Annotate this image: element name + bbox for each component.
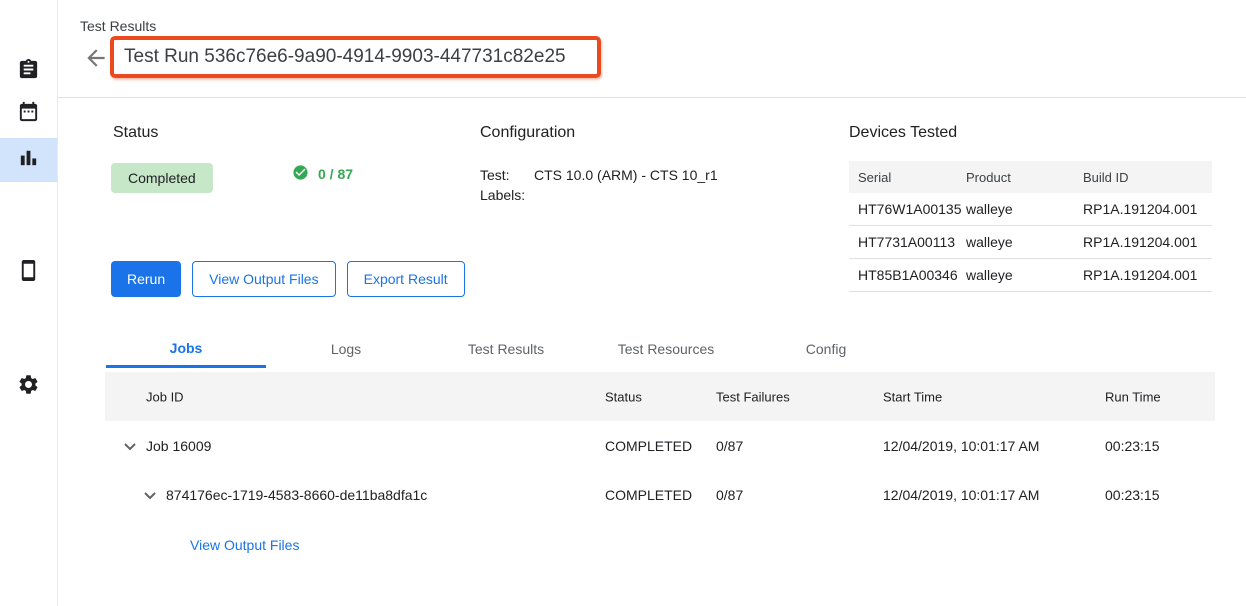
device-build: RP1A.191204.001 [1083, 267, 1203, 283]
attempt-failures: 0/87 [716, 487, 743, 503]
config-labels-label: Labels: [480, 185, 534, 205]
header-divider [57, 97, 1246, 98]
jobs-table-header: Job ID Status Test Failures Start Time R… [105, 372, 1215, 421]
page-title: Test Run 536c76e6-9a90-4914-9903-447731c… [124, 46, 566, 68]
tab-config[interactable]: Config [746, 330, 906, 368]
devices-tested-table: Serial Product Build ID HT76W1A00135 wal… [849, 161, 1212, 292]
device-serial: HT7731A00113 [849, 234, 966, 250]
table-row: HT85B1A00346 walleye RP1A.191204.001 [849, 259, 1212, 292]
config-test-label: Test: [480, 165, 534, 185]
job-failures: 0/87 [716, 438, 743, 454]
attempt-start: 12/04/2019, 10:01:17 AM [883, 487, 1039, 503]
configuration-details: Test: CTS 10.0 (ARM) - CTS 10_r1 Labels: [480, 165, 718, 205]
attempt-runtime: 00:23:15 [1105, 487, 1160, 503]
jobs-col-status: Status [605, 389, 642, 404]
check-circle-icon [292, 164, 309, 184]
job-runtime: 00:23:15 [1105, 438, 1160, 454]
device-product: walleye [966, 201, 1083, 217]
title-highlight-box: Test Run 536c76e6-9a90-4914-9903-447731c… [110, 36, 601, 78]
back-button[interactable] [83, 45, 109, 71]
sidebar-item-plans[interactable] [0, 92, 57, 136]
sidebar-item-test-results[interactable] [0, 138, 57, 182]
bar-chart-icon [17, 146, 40, 174]
ratio-value: 0 / 87 [318, 166, 353, 182]
sidebar [0, 0, 58, 606]
assignment-icon [17, 58, 40, 86]
device-product: walleye [966, 267, 1083, 283]
tab-test-results[interactable]: Test Results [426, 330, 586, 368]
settings-gear-icon [17, 373, 40, 401]
device-build: RP1A.191204.001 [1083, 234, 1203, 250]
job-id: Job 16009 [146, 438, 211, 454]
jobs-col-runtime: Run Time [1105, 389, 1161, 404]
table-row: HT76W1A00135 walleye RP1A.191204.001 [849, 193, 1212, 226]
chevron-down-icon[interactable] [118, 434, 142, 458]
status-badge: Completed [111, 163, 213, 193]
config-test-value: CTS 10.0 (ARM) - CTS 10_r1 [534, 165, 718, 185]
test-pass-ratio: 0 / 87 [292, 164, 353, 184]
sidebar-item-tests[interactable] [0, 50, 57, 94]
table-row: HT7731A00113 walleye RP1A.191204.001 [849, 226, 1212, 259]
devices-col-product: Product [966, 170, 1083, 185]
action-buttons: Rerun View Output Files Export Result [111, 261, 465, 297]
table-row[interactable]: 874176ec-1719-4583-8660-de11ba8dfa1c COM… [105, 470, 1215, 519]
sidebar-item-devices[interactable] [0, 251, 57, 295]
arrow-back-icon [83, 58, 109, 75]
calendar-icon [17, 100, 40, 128]
rerun-button[interactable]: Rerun [111, 261, 181, 297]
configuration-heading: Configuration [480, 124, 575, 142]
chevron-down-icon[interactable] [138, 483, 162, 507]
jobs-col-failures: Test Failures [716, 389, 790, 404]
devices-col-serial: Serial [849, 170, 966, 185]
attempt-status: COMPLETED [605, 487, 692, 503]
export-result-button[interactable]: Export Result [347, 261, 465, 297]
table-row[interactable]: Job 16009 COMPLETED 0/87 12/04/2019, 10:… [105, 421, 1215, 470]
devices-table-header: Serial Product Build ID [849, 161, 1212, 193]
job-status: COMPLETED [605, 438, 692, 454]
device-build: RP1A.191204.001 [1083, 201, 1203, 217]
device-serial: HT76W1A00135 [849, 201, 966, 217]
tab-test-resources[interactable]: Test Resources [586, 330, 746, 368]
status-heading: Status [113, 124, 158, 142]
view-output-files-button[interactable]: View Output Files [192, 261, 335, 297]
view-output-files-link[interactable]: View Output Files [190, 537, 299, 553]
jobs-col-jobid: Job ID [146, 389, 184, 404]
tab-jobs[interactable]: Jobs [106, 330, 266, 368]
tab-logs[interactable]: Logs [266, 330, 426, 368]
attempt-id: 874176ec-1719-4583-8660-de11ba8dfa1c [166, 487, 427, 503]
job-start: 12/04/2019, 10:01:17 AM [883, 438, 1039, 454]
sidebar-item-settings[interactable] [0, 365, 57, 409]
smartphone-icon [17, 259, 40, 287]
breadcrumb[interactable]: Test Results [80, 18, 156, 34]
devices-col-buildid: Build ID [1083, 170, 1203, 185]
device-product: walleye [966, 234, 1083, 250]
jobs-col-start: Start Time [883, 389, 942, 404]
devices-heading: Devices Tested [849, 124, 957, 142]
tab-bar: Jobs Logs Test Results Test Resources Co… [106, 330, 906, 368]
device-serial: HT85B1A00346 [849, 267, 966, 283]
jobs-table: Job ID Status Test Failures Start Time R… [105, 372, 1215, 555]
